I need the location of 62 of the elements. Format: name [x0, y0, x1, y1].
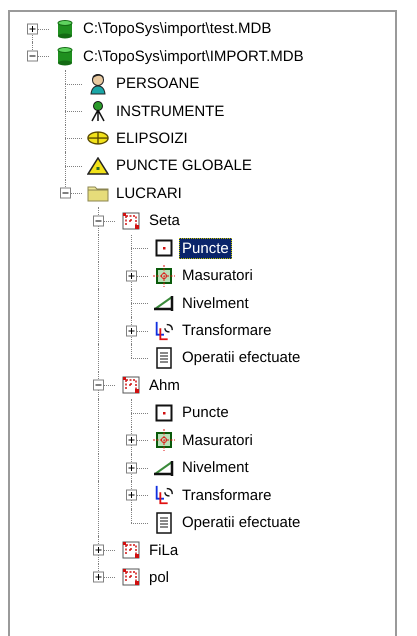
tree-item-label[interactable]: C:\TopoSys\import\IMPORT.MDB	[80, 46, 307, 67]
plus-icon	[128, 327, 135, 334]
plus-icon	[29, 25, 36, 32]
project-icon	[121, 210, 141, 231]
slope-icon	[153, 458, 175, 477]
tree-item-label[interactable]: Operatii efectuate	[179, 512, 304, 534]
transform-icon	[153, 484, 175, 506]
tree-item-label[interactable]: C:\TopoSys\import\test.MDB	[80, 18, 274, 40]
plus-icon	[95, 546, 102, 554]
project-icon	[121, 375, 141, 396]
tree-item-label[interactable]: ELIPSOIZI	[113, 128, 191, 149]
plus-icon	[128, 492, 135, 499]
tree-item-label[interactable]: PUNCTE GLOBALE	[113, 155, 255, 176]
tree-item-label[interactable]: Seta	[146, 210, 183, 232]
tree-item-label[interactable]: Ahm	[146, 374, 183, 396]
crosshair-icon	[153, 429, 175, 452]
collapse-toggle[interactable]	[27, 50, 38, 62]
ellipsoid-icon	[87, 130, 109, 146]
triangle-icon	[87, 156, 109, 175]
tree-item-label[interactable]: pol	[146, 566, 172, 588]
expand-toggle[interactable]	[126, 490, 137, 501]
project-icon	[121, 567, 141, 588]
tree-item-label[interactable]: Transformare	[179, 320, 274, 342]
person-icon	[88, 72, 108, 95]
expand-toggle[interactable]	[93, 544, 104, 556]
point-icon	[155, 404, 173, 422]
expand-toggle[interactable]	[126, 462, 137, 474]
expand-toggle[interactable]	[93, 572, 104, 583]
expand-toggle[interactable]	[126, 325, 137, 336]
tree-item-label[interactable]: Transformare	[179, 484, 274, 506]
crosshair-icon	[153, 264, 175, 287]
point-icon	[155, 239, 173, 258]
project-icon	[121, 540, 141, 560]
tree-item-label[interactable]: Masuratori	[179, 265, 256, 286]
tree-item-label[interactable]: PERSOANE	[113, 73, 202, 94]
tree-item-label[interactable]: FiLa	[146, 540, 182, 561]
folder-icon	[87, 184, 109, 202]
plus-icon	[95, 574, 102, 581]
tree-item-label[interactable]: Masuratori	[179, 430, 256, 451]
tree-item-label[interactable]: Puncte	[179, 402, 232, 424]
tree-item-label[interactable]: Nivelment	[179, 292, 252, 314]
database-icon	[56, 18, 74, 39]
document-icon	[155, 512, 173, 534]
tree-item-label[interactable]: LUCRARI	[113, 182, 185, 204]
slope-icon	[153, 294, 175, 312]
tree-item-label[interactable]: Nivelment	[179, 457, 252, 478]
expand-toggle[interactable]	[126, 270, 137, 282]
collapse-toggle[interactable]	[93, 380, 104, 391]
tripod-icon	[89, 100, 107, 122]
tree-item-label[interactable]: Puncte	[179, 238, 232, 259]
expand-toggle[interactable]	[126, 434, 137, 446]
plus-icon	[128, 436, 135, 444]
plus-icon	[128, 272, 135, 280]
tree-item-label[interactable]: Operatii efectuate	[179, 347, 304, 368]
tree-item-label[interactable]: INSTRUMENTE	[113, 100, 228, 122]
document-icon	[155, 346, 173, 369]
collapse-toggle[interactable]	[93, 215, 104, 226]
database-icon	[56, 46, 74, 66]
transform-icon	[153, 320, 175, 342]
expand-toggle[interactable]	[27, 23, 38, 34]
plus-icon	[128, 464, 135, 472]
collapse-toggle[interactable]	[60, 188, 71, 199]
